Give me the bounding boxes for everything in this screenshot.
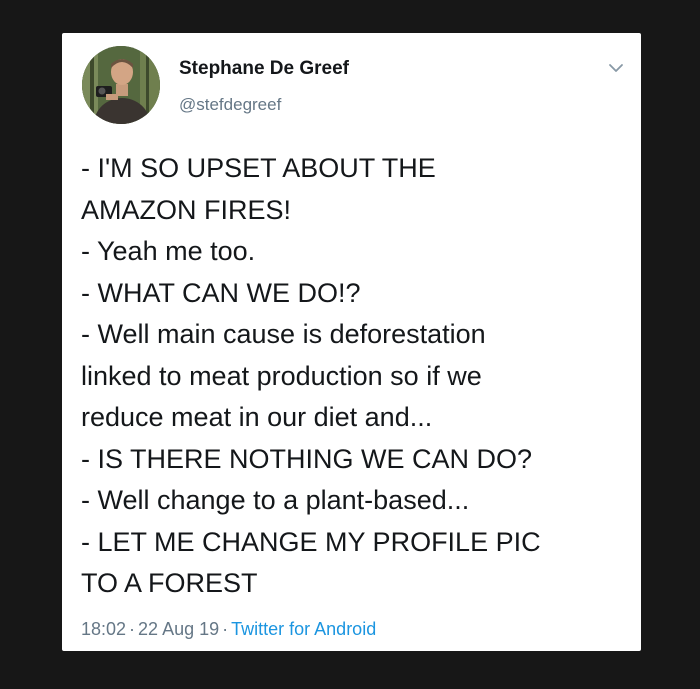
tweet-menu-button[interactable] xyxy=(607,61,625,75)
profile-photo-icon xyxy=(82,46,160,124)
tweet-line: - Well change to a plant-based... xyxy=(81,485,470,515)
tweet-line: - Well main cause is deforestation xyxy=(81,319,486,349)
tweet-line: - WHAT CAN WE DO!? xyxy=(81,277,361,308)
author-handle[interactable]: @stefdegreef xyxy=(179,95,281,115)
tweet-line: - I'M SO UPSET ABOUT THE xyxy=(81,153,436,183)
meta-separator: · xyxy=(222,619,229,639)
tweet-card: Stephane De Greef @stefdegreef - I'M SO … xyxy=(62,33,641,651)
avatar[interactable] xyxy=(82,46,160,124)
tweet-line: - Yeah me too. xyxy=(81,236,256,266)
tweet-date[interactable]: 22 Aug 19 xyxy=(138,619,219,639)
tweet-source-link[interactable]: Twitter for Android xyxy=(231,619,376,639)
tweet-line: reduce meat in our diet and... xyxy=(81,402,433,432)
tweet-line: AMAZON FIRES! xyxy=(81,194,292,225)
author-display-name[interactable]: Stephane De Greef xyxy=(179,58,349,80)
tweet-line: - IS THERE NOTHING WE CAN DO? xyxy=(81,443,533,474)
tweet-text: - I'M SO UPSET ABOUT THE AMAZON FIRES! -… xyxy=(81,148,631,605)
chevron-down-icon xyxy=(609,64,623,72)
tweet-line: TO A FOREST xyxy=(81,568,258,598)
tweet-line: - LET ME CHANGE MY PROFILE PIC xyxy=(81,526,541,557)
tweet-line: linked to meat production so if we xyxy=(81,360,482,391)
tweet-meta: 18:02 · 22 Aug 19 · Twitter for Android xyxy=(81,619,376,640)
meta-separator: · xyxy=(129,619,136,639)
tweet-time[interactable]: 18:02 xyxy=(81,619,126,639)
